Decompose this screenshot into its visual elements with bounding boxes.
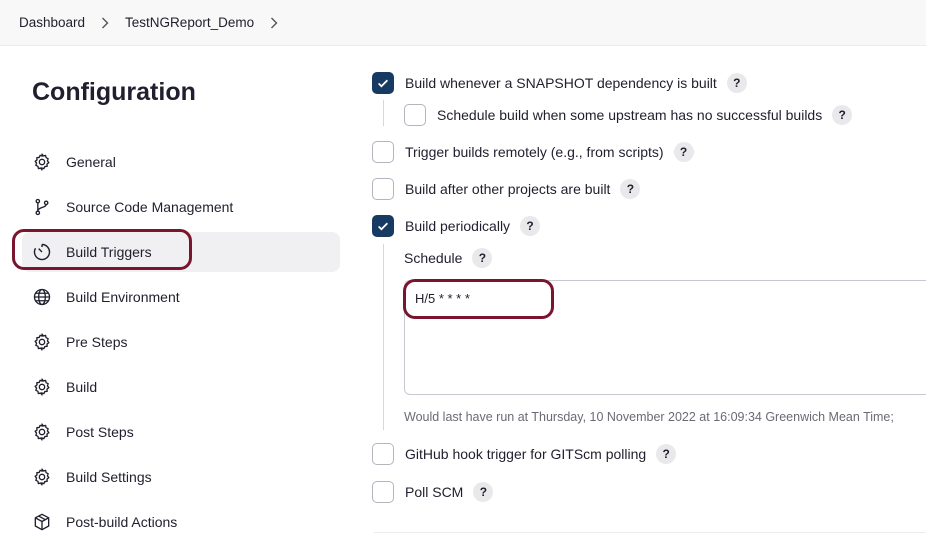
sidebar-item-label: Post-build Actions <box>66 514 178 530</box>
page-title: Configuration <box>32 78 196 106</box>
nested-indent-line <box>383 100 384 126</box>
breadcrumb-dashboard[interactable]: Dashboard <box>19 15 85 30</box>
gear-icon <box>32 152 52 172</box>
help-icon[interactable]: ? <box>472 248 493 268</box>
sidebar-item-post-build-actions[interactable]: Post-build Actions <box>22 502 340 542</box>
schedule-hint: Would last have run at Thursday, 10 Nove… <box>404 410 894 424</box>
chevron-right-icon <box>101 17 109 29</box>
poll-scm-checkbox[interactable] <box>372 481 394 503</box>
trigger-github-row: GitHub hook trigger for GITScm polling ? <box>372 443 677 465</box>
sidebar-item-label: Pre Steps <box>66 334 128 350</box>
help-icon[interactable]: ? <box>673 142 694 162</box>
sidebar-item-label: Post Steps <box>66 424 134 440</box>
help-icon[interactable]: ? <box>520 216 541 236</box>
sidebar-item-build-settings[interactable]: Build Settings <box>22 457 340 497</box>
gear-icon <box>32 467 52 487</box>
gear-icon <box>32 377 52 397</box>
trigger-after-other-row: Build after other projects are built ? <box>372 178 641 200</box>
gear-icon <box>32 332 52 352</box>
schedule-textarea[interactable] <box>404 280 926 395</box>
branch-icon <box>32 197 52 217</box>
breadcrumb: Dashboard TestNGReport_Demo <box>0 0 926 46</box>
help-icon[interactable]: ? <box>473 482 494 502</box>
help-icon[interactable]: ? <box>620 179 641 199</box>
sidebar-item-label: Source Code Management <box>66 199 234 215</box>
globe-icon <box>32 287 52 307</box>
remote-trigger-label[interactable]: Trigger builds remotely (e.g., from scri… <box>405 144 664 160</box>
sidebar-item-general[interactable]: General <box>22 142 340 182</box>
build-triggers-section: Build whenever a SNAPSHOT dependency is … <box>345 46 926 533</box>
remote-trigger-checkbox[interactable] <box>372 141 394 163</box>
help-icon[interactable]: ? <box>656 444 677 464</box>
github-hook-label[interactable]: GitHub hook trigger for GITScm polling <box>405 446 646 462</box>
snapshot-label[interactable]: Build whenever a SNAPSHOT dependency is … <box>405 75 717 91</box>
timer-icon <box>32 242 52 262</box>
sidebar-item-pre-steps[interactable]: Pre Steps <box>22 322 340 362</box>
check-icon <box>378 222 388 231</box>
sidebar-item-build-environment[interactable]: Build Environment <box>22 277 340 317</box>
trigger-snapshot-row: Build whenever a SNAPSHOT dependency is … <box>372 72 747 94</box>
help-icon[interactable]: ? <box>726 73 747 93</box>
upstream-checkbox[interactable] <box>404 104 426 126</box>
check-icon <box>378 79 388 88</box>
chevron-right-icon[interactable] <box>270 17 278 29</box>
gear-icon <box>32 422 52 442</box>
nested-indent-line <box>383 244 384 430</box>
breadcrumb-job[interactable]: TestNGReport_Demo <box>125 15 254 30</box>
poll-scm-label[interactable]: Poll SCM <box>405 484 463 500</box>
schedule-label: Schedule <box>404 250 463 266</box>
build-periodically-checkbox[interactable] <box>372 215 394 237</box>
github-hook-checkbox[interactable] <box>372 443 394 465</box>
sidebar-item-source-code-management[interactable]: Source Code Management <box>22 187 340 227</box>
sidebar-item-label: Build Triggers <box>66 244 152 260</box>
build-periodically-label[interactable]: Build periodically <box>405 218 510 234</box>
trigger-poll-scm-row: Poll SCM ? <box>372 481 494 503</box>
sidebar-item-label: Build <box>66 379 98 395</box>
schedule-label-row: Schedule ? <box>404 248 493 268</box>
trigger-upstream-row: Schedule build when some upstream has no… <box>404 104 853 126</box>
cube-icon <box>32 512 52 532</box>
sidebar-item-label: Build Settings <box>66 469 152 485</box>
sidebar-item-post-steps[interactable]: Post Steps <box>22 412 340 452</box>
sidebar-item-build-triggers[interactable]: Build Triggers <box>22 232 340 272</box>
upstream-label[interactable]: Schedule build when some upstream has no… <box>437 107 822 123</box>
help-icon[interactable]: ? <box>832 105 853 125</box>
trigger-periodic-row: Build periodically ? <box>372 215 541 237</box>
trigger-remote-row: Trigger builds remotely (e.g., from scri… <box>372 141 694 163</box>
snapshot-checkbox[interactable] <box>372 72 394 94</box>
sidebar-item-label: Build Environment <box>66 289 180 305</box>
sidebar-item-label: General <box>66 154 116 170</box>
sidebar: Configuration General Source Code Manage… <box>0 46 345 533</box>
build-after-other-label[interactable]: Build after other projects are built <box>405 181 610 197</box>
sidebar-item-build[interactable]: Build <box>22 367 340 407</box>
build-after-other-checkbox[interactable] <box>372 178 394 200</box>
